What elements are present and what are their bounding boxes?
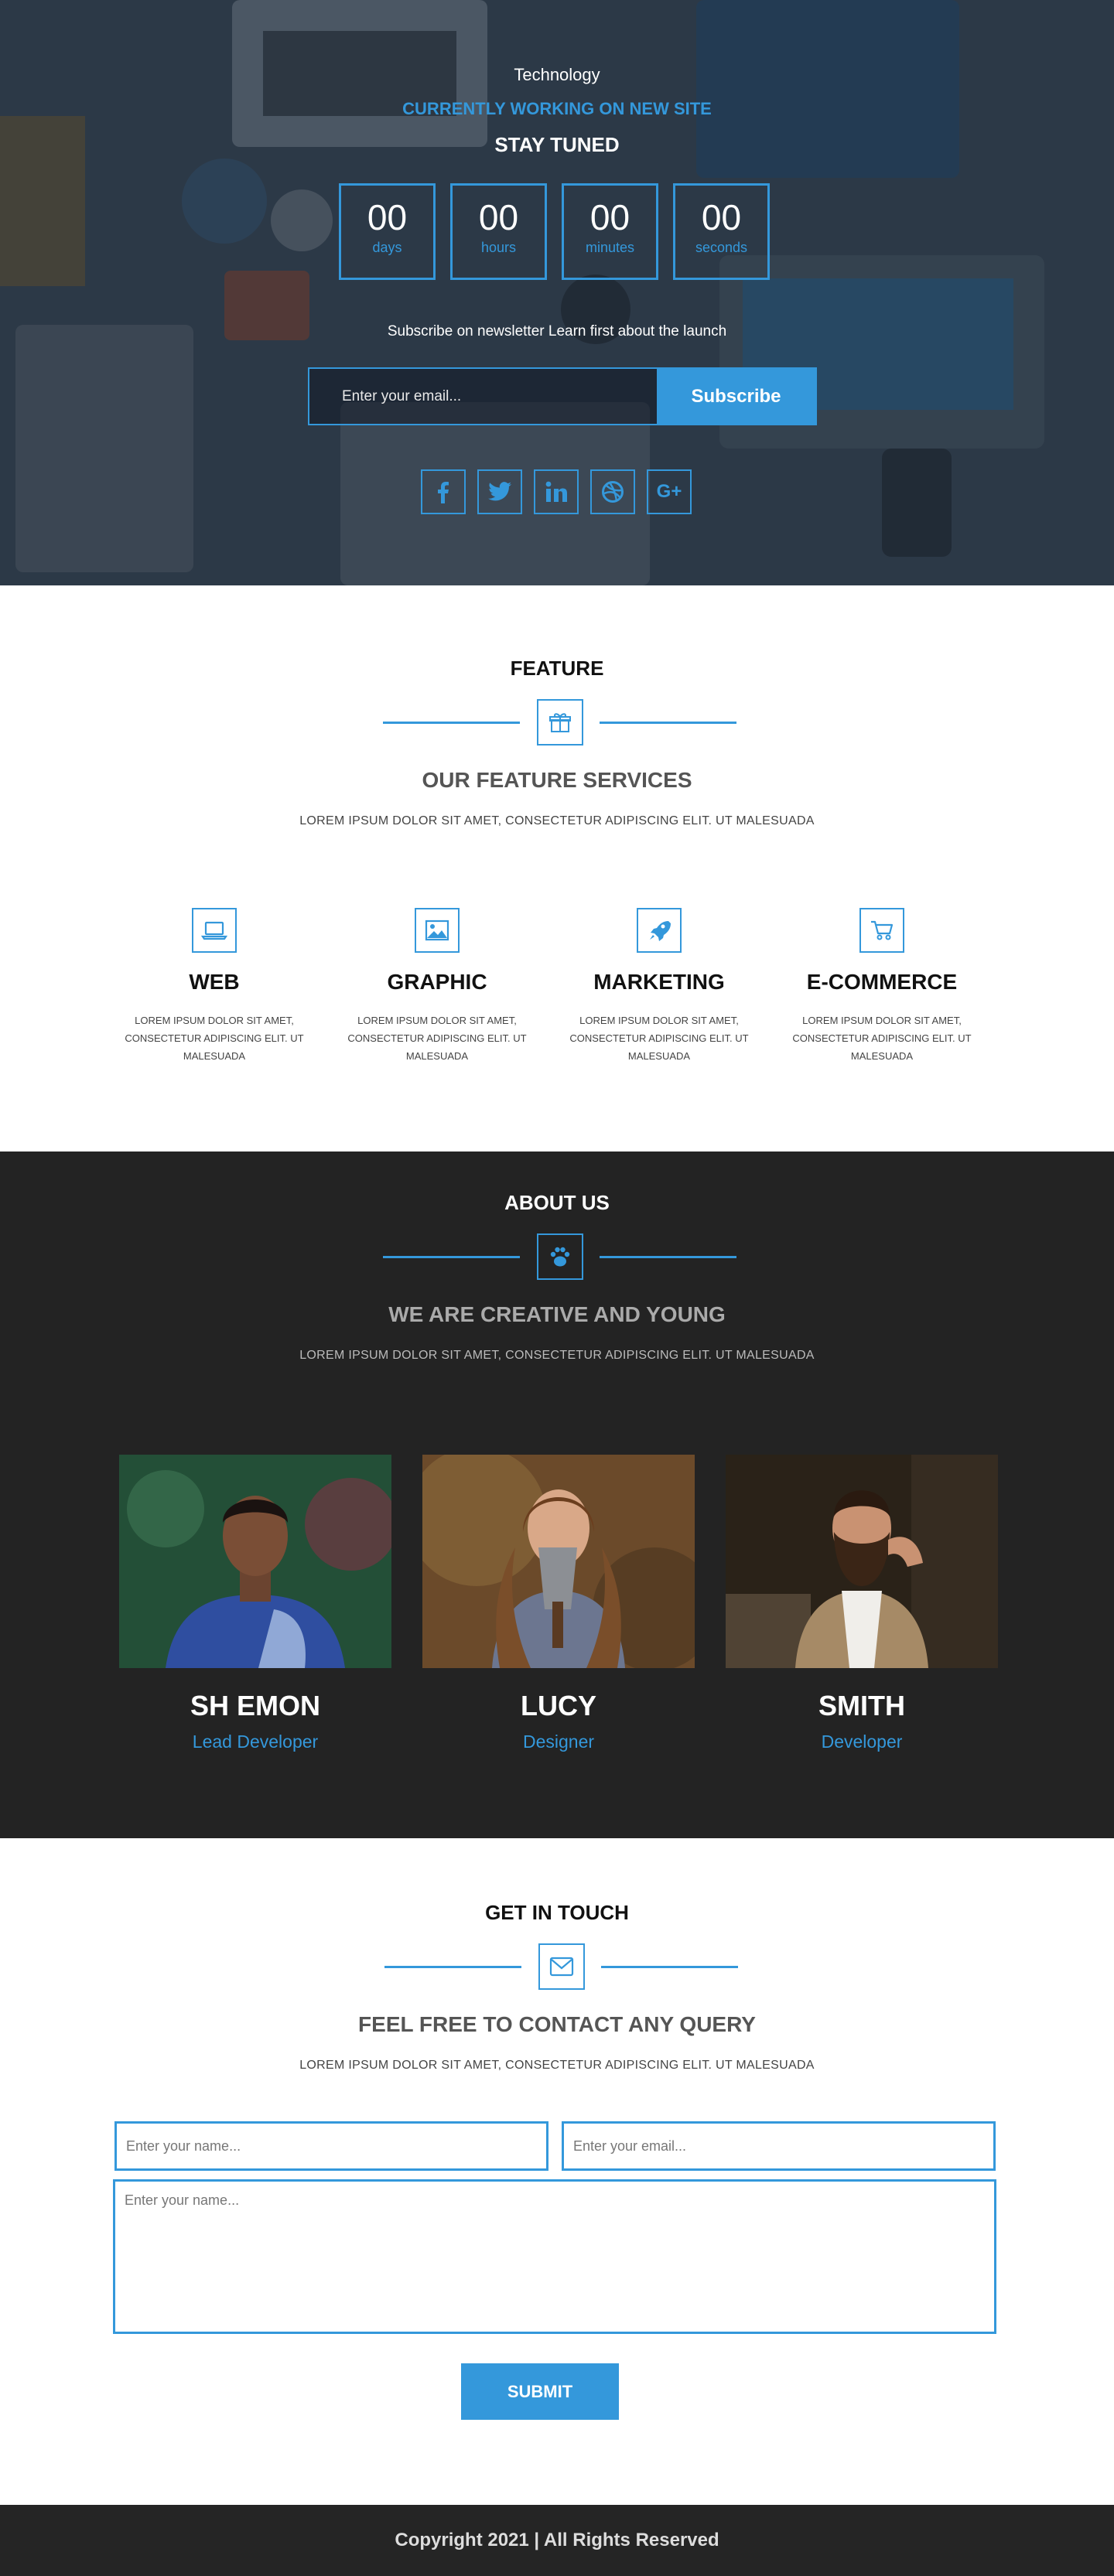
contact-divider bbox=[0, 1943, 1114, 1990]
feature-card-web: WEB LOREM IPSUM DOLOR SIT AMET, CONSECTE… bbox=[121, 908, 307, 1065]
stay-tuned-heading: STAY TUNED bbox=[494, 133, 620, 156]
newsletter-email-input[interactable] bbox=[309, 369, 657, 424]
social-links: G+ bbox=[421, 469, 692, 514]
team-member-role: Designer bbox=[522, 1732, 595, 1752]
team-member-photo bbox=[726, 1455, 998, 1668]
features-section: FEATURE OUR FEATURE SERVICES LOREM IPSUM… bbox=[0, 585, 1114, 1152]
about-divider bbox=[0, 1233, 1114, 1280]
linkedin-icon[interactable] bbox=[534, 469, 579, 514]
copyright-text: Copyright 2021 | All Rights Reserved bbox=[395, 2530, 719, 2550]
countdown-label: hours bbox=[480, 240, 517, 255]
newsletter-text: Subscribe on newsletter Learn first abou… bbox=[387, 323, 727, 339]
about-title: ABOUT US bbox=[504, 1191, 610, 1214]
countdown-hours: 00 hours bbox=[450, 183, 547, 280]
divider-line-right bbox=[601, 1966, 738, 1968]
cart-icon bbox=[859, 908, 904, 953]
countdown-timer: 00 days 00 hours 00 minutes 00 seconds bbox=[339, 183, 770, 280]
feature-text: LOREM IPSUM DOLOR SIT AMET, CONSECTETUR … bbox=[792, 1015, 972, 1062]
divider-line-right bbox=[600, 1256, 736, 1258]
contact-title: GET IN TOUCH bbox=[485, 1901, 629, 1924]
team-member-card: SH EMON Lead Developer bbox=[119, 1455, 391, 1752]
countdown-value: 00 bbox=[367, 197, 408, 237]
countdown-label: seconds bbox=[695, 240, 748, 255]
team-member-photo bbox=[119, 1455, 391, 1668]
features-description: LOREM IPSUM DOLOR SIT AMET, CONSECTETUR … bbox=[299, 814, 815, 827]
countdown-value: 00 bbox=[701, 197, 742, 237]
countdown-value: 00 bbox=[589, 197, 630, 237]
countdown-label: minutes bbox=[585, 240, 635, 255]
team-member-role: Developer bbox=[821, 1732, 903, 1752]
laptop-icon bbox=[192, 908, 237, 953]
google-plus-icon[interactable]: G+ bbox=[647, 469, 692, 514]
divider-line-left bbox=[383, 722, 520, 724]
team-member-name: SH EMON bbox=[190, 1690, 320, 1721]
divider-line-left bbox=[384, 1966, 521, 1968]
hero-content: Technology CURRENTLY WORKING ON NEW SITE… bbox=[0, 0, 1114, 585]
feature-text: LOREM IPSUM DOLOR SIT AMET, CONSECTETUR … bbox=[125, 1015, 304, 1062]
feature-card-ecommerce: E-COMMERCE LOREM IPSUM DOLOR SIT AMET, C… bbox=[789, 908, 975, 1065]
feature-title: MARKETING bbox=[593, 970, 725, 994]
subscribe-button[interactable]: Subscribe bbox=[657, 369, 815, 424]
contact-name-input[interactable] bbox=[114, 2121, 548, 2171]
hero-section: Technology CURRENTLY WORKING ON NEW SITE… bbox=[0, 0, 1114, 585]
team-member-name: LUCY bbox=[521, 1690, 596, 1721]
features-title: FEATURE bbox=[510, 657, 604, 680]
contact-description: LOREM IPSUM DOLOR SIT AMET, CONSECTETUR … bbox=[299, 2059, 815, 2072]
feature-card-marketing: MARKETING LOREM IPSUM DOLOR SIT AMET, CO… bbox=[566, 908, 752, 1065]
paw-icon bbox=[537, 1233, 583, 1280]
about-section: ABOUT US WE ARE CREATIVE AND YOUNG LOREM… bbox=[0, 1152, 1114, 1838]
twitter-icon[interactable] bbox=[477, 469, 522, 514]
gift-icon bbox=[537, 699, 583, 746]
newsletter-form: Subscribe bbox=[308, 367, 817, 425]
rocket-icon bbox=[637, 908, 682, 953]
contact-section: GET IN TOUCH FEEL FREE TO CONTACT ANY QU… bbox=[0, 1838, 1114, 2505]
google-plus-glyph: G+ bbox=[656, 481, 682, 502]
countdown-minutes: 00 minutes bbox=[562, 183, 658, 280]
brand-name: Technology bbox=[514, 65, 600, 84]
feature-title: E-COMMERCE bbox=[806, 970, 958, 994]
dribbble-icon[interactable] bbox=[590, 469, 635, 514]
team-member-name: SMITH bbox=[818, 1690, 905, 1721]
about-description: LOREM IPSUM DOLOR SIT AMET, CONSECTETUR … bbox=[299, 1349, 815, 1362]
image-icon bbox=[415, 908, 460, 953]
countdown-days: 00 days bbox=[339, 183, 436, 280]
feature-title: WEB bbox=[189, 970, 240, 994]
countdown-seconds: 00 seconds bbox=[673, 183, 770, 280]
team-member-photo bbox=[422, 1455, 695, 1668]
footer: Copyright 2021 | All Rights Reserved bbox=[0, 2505, 1114, 2576]
feature-text: LOREM IPSUM DOLOR SIT AMET, CONSECTETUR … bbox=[347, 1015, 527, 1062]
submit-button[interactable]: SUBMIT bbox=[461, 2363, 619, 2420]
team-member-card: SMITH Developer bbox=[726, 1455, 998, 1752]
contact-message-textarea[interactable] bbox=[113, 2179, 996, 2334]
contact-email-input[interactable] bbox=[562, 2121, 996, 2171]
site-status: CURRENTLY WORKING ON NEW SITE bbox=[402, 99, 712, 118]
feature-card-graphic: GRAPHIC LOREM IPSUM DOLOR SIT AMET, CONS… bbox=[344, 908, 530, 1065]
divider-line-left bbox=[383, 1256, 520, 1258]
team-member-role: Lead Developer bbox=[192, 1732, 319, 1752]
divider-line-right bbox=[600, 722, 736, 724]
feature-text: LOREM IPSUM DOLOR SIT AMET, CONSECTETUR … bbox=[569, 1015, 749, 1062]
envelope-icon bbox=[538, 1943, 585, 1990]
team-member-card: LUCY Designer bbox=[422, 1455, 695, 1752]
features-divider bbox=[0, 699, 1114, 746]
about-subtitle: WE ARE CREATIVE AND YOUNG bbox=[388, 1302, 726, 1326]
countdown-label: days bbox=[372, 240, 402, 255]
facebook-icon[interactable] bbox=[421, 469, 466, 514]
countdown-value: 00 bbox=[478, 197, 519, 237]
feature-title: GRAPHIC bbox=[387, 970, 487, 994]
contact-subtitle: FEEL FREE TO CONTACT ANY QUERY bbox=[358, 2012, 756, 2036]
features-subtitle: OUR FEATURE SERVICES bbox=[422, 768, 692, 792]
